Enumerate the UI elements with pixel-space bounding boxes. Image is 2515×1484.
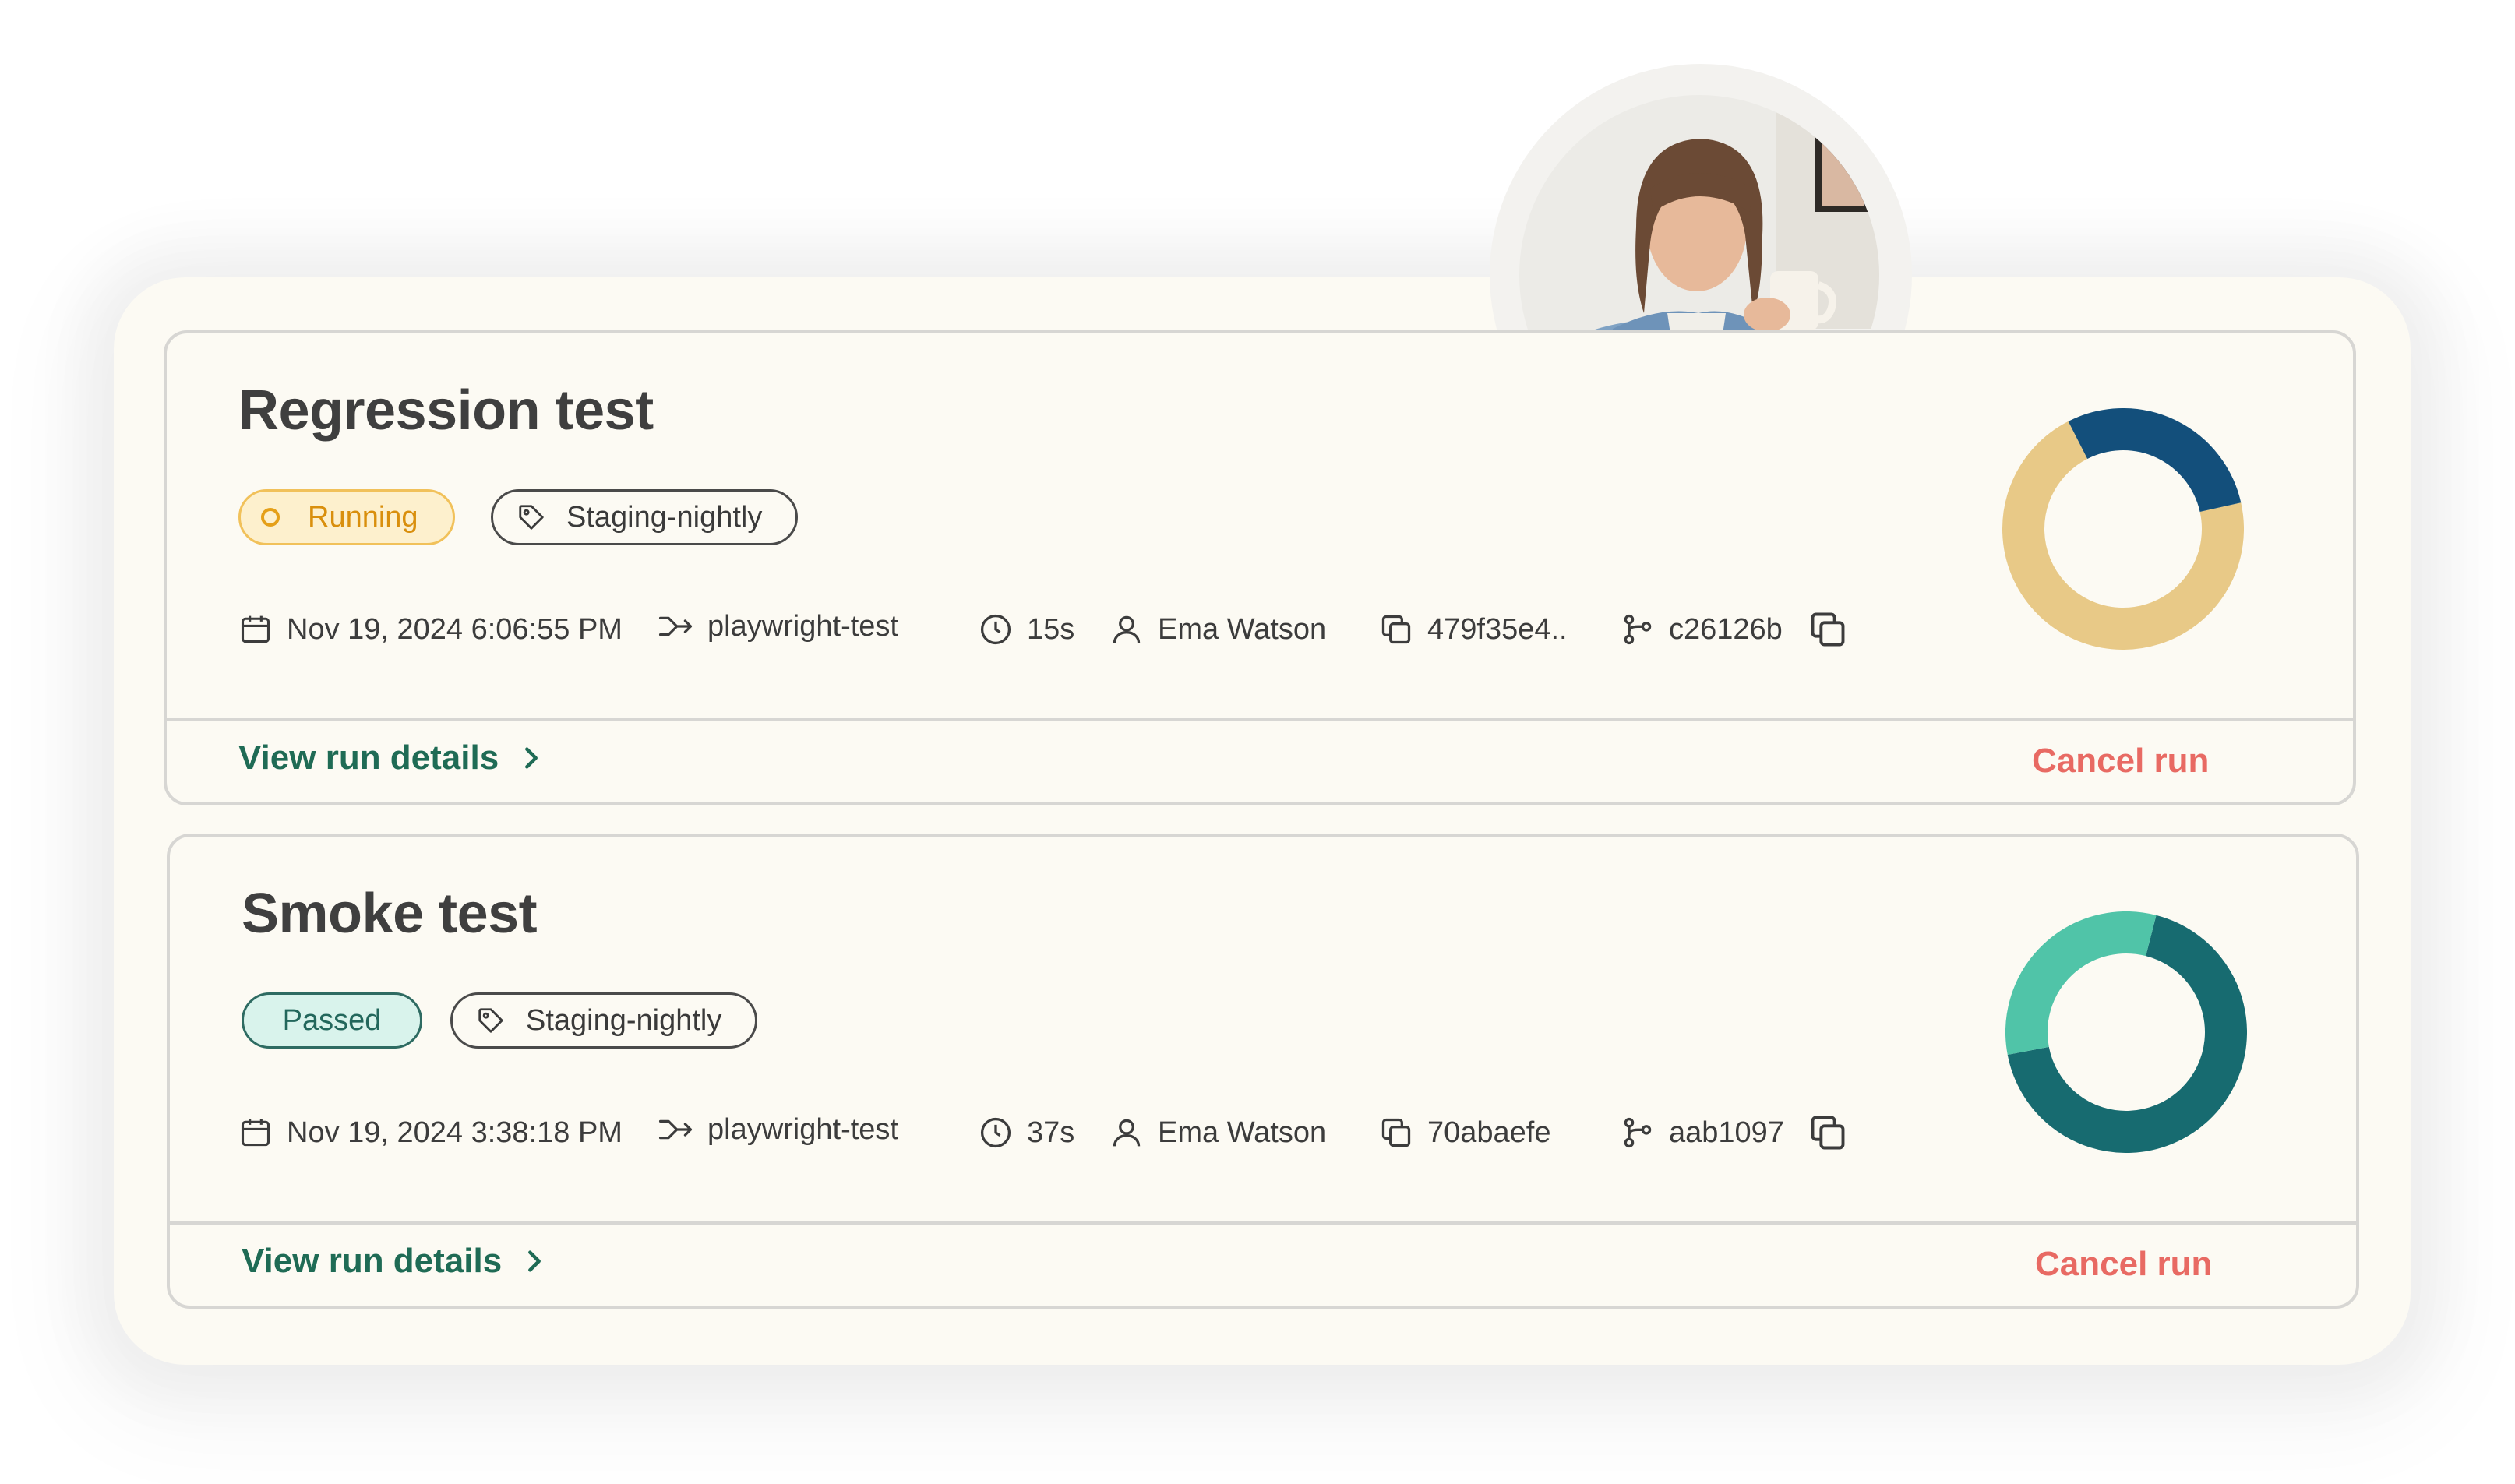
tag-icon	[519, 505, 544, 530]
run-project-text: playwright-test	[707, 609, 898, 643]
run-date: Nov 19, 2024 3:38:18 PM	[238, 1109, 623, 1156]
run-branch: c26126b	[1621, 606, 1783, 653]
run-user-text: Ema Watson	[1158, 1116, 1327, 1149]
run-commit-text: 479f35e4..	[1427, 612, 1568, 646]
run-commit-text: 70abaefe	[1427, 1116, 1551, 1149]
cancel-run-button[interactable]: Cancel run	[2035, 1245, 2212, 1284]
run-user-text: Ema Watson	[1158, 612, 1327, 646]
run-duration-text: 37s	[1027, 1116, 1075, 1149]
run-branch-text: aab1097	[1669, 1116, 1784, 1149]
progress-donut-chart	[2005, 911, 2247, 1153]
run-user: Ema Watson	[1109, 1109, 1326, 1156]
run-branch-text: c26126b	[1669, 612, 1783, 646]
run-project: playwright-test	[658, 603, 898, 650]
calendar-icon	[241, 615, 270, 643]
cancel-run-button[interactable]: Cancel run	[2032, 742, 2209, 781]
tag-icon	[478, 1008, 503, 1033]
run-title: Smoke test	[242, 883, 538, 945]
card-divider	[170, 1221, 2356, 1225]
user-icon	[1113, 615, 1141, 643]
arrow-merge-icon	[658, 616, 693, 636]
run-card: Regression test Running Staging-nightly …	[164, 330, 2356, 805]
git-branch-icon	[1624, 1117, 1652, 1148]
chevron-right-icon	[525, 747, 538, 769]
spinner-icon	[261, 508, 280, 527]
run-commit: 479f35e4..	[1379, 606, 1568, 653]
run-user: Ema Watson	[1109, 606, 1326, 653]
run-card: Smoke test Passed Staging-nightly Nov 19…	[167, 834, 2359, 1309]
clock-icon	[980, 614, 1011, 645]
run-date-text: Nov 19, 2024 3:38:18 PM	[287, 1116, 623, 1149]
run-title: Regression test	[238, 379, 654, 442]
run-date-text: Nov 19, 2024 6:06:55 PM	[287, 612, 623, 646]
status-label: Passed	[282, 1003, 382, 1037]
tag-label: Staging-nightly	[566, 500, 763, 534]
environment-tag: Staging-nightly	[450, 992, 757, 1049]
view-run-details-link[interactable]: View run details	[242, 1242, 544, 1281]
run-branch: aab1097	[1621, 1109, 1784, 1156]
run-date: Nov 19, 2024 6:06:55 PM	[238, 606, 623, 653]
view-run-details-link[interactable]: View run details	[238, 738, 541, 777]
donut-segment-1	[2068, 408, 2242, 513]
view-run-details-label: View run details	[238, 738, 499, 777]
status-badge-passed: Passed	[242, 992, 422, 1049]
progress-donut-chart	[2002, 408, 2244, 650]
copy-icon	[1381, 1118, 1411, 1147]
status-badge-running: Running	[238, 489, 455, 545]
copy-icon	[1381, 615, 1411, 644]
user-icon	[1113, 1119, 1141, 1147]
run-duration-text: 15s	[1027, 612, 1075, 646]
status-label: Running	[308, 500, 418, 534]
environment-tag: Staging-nightly	[491, 489, 798, 545]
git-branch-icon	[1624, 614, 1652, 645]
calendar-icon	[241, 1119, 270, 1147]
view-run-details-label: View run details	[242, 1242, 503, 1280]
donut-segment-1	[2005, 911, 2157, 1056]
run-commit: 70abaefe	[1379, 1109, 1551, 1156]
run-duration: 15s	[979, 606, 1074, 653]
chevron-right-icon	[528, 1250, 541, 1272]
run-project-text: playwright-test	[707, 1112, 898, 1146]
copy-branch-icon[interactable]	[1808, 609, 1848, 650]
run-project: playwright-test	[658, 1106, 898, 1153]
copy-branch-icon[interactable]	[1808, 1112, 1848, 1153]
clock-icon	[980, 1117, 1011, 1148]
run-duration: 37s	[979, 1109, 1074, 1156]
card-divider	[167, 718, 2353, 721]
tag-label: Staging-nightly	[526, 1003, 722, 1037]
arrow-merge-icon	[658, 1119, 693, 1140]
